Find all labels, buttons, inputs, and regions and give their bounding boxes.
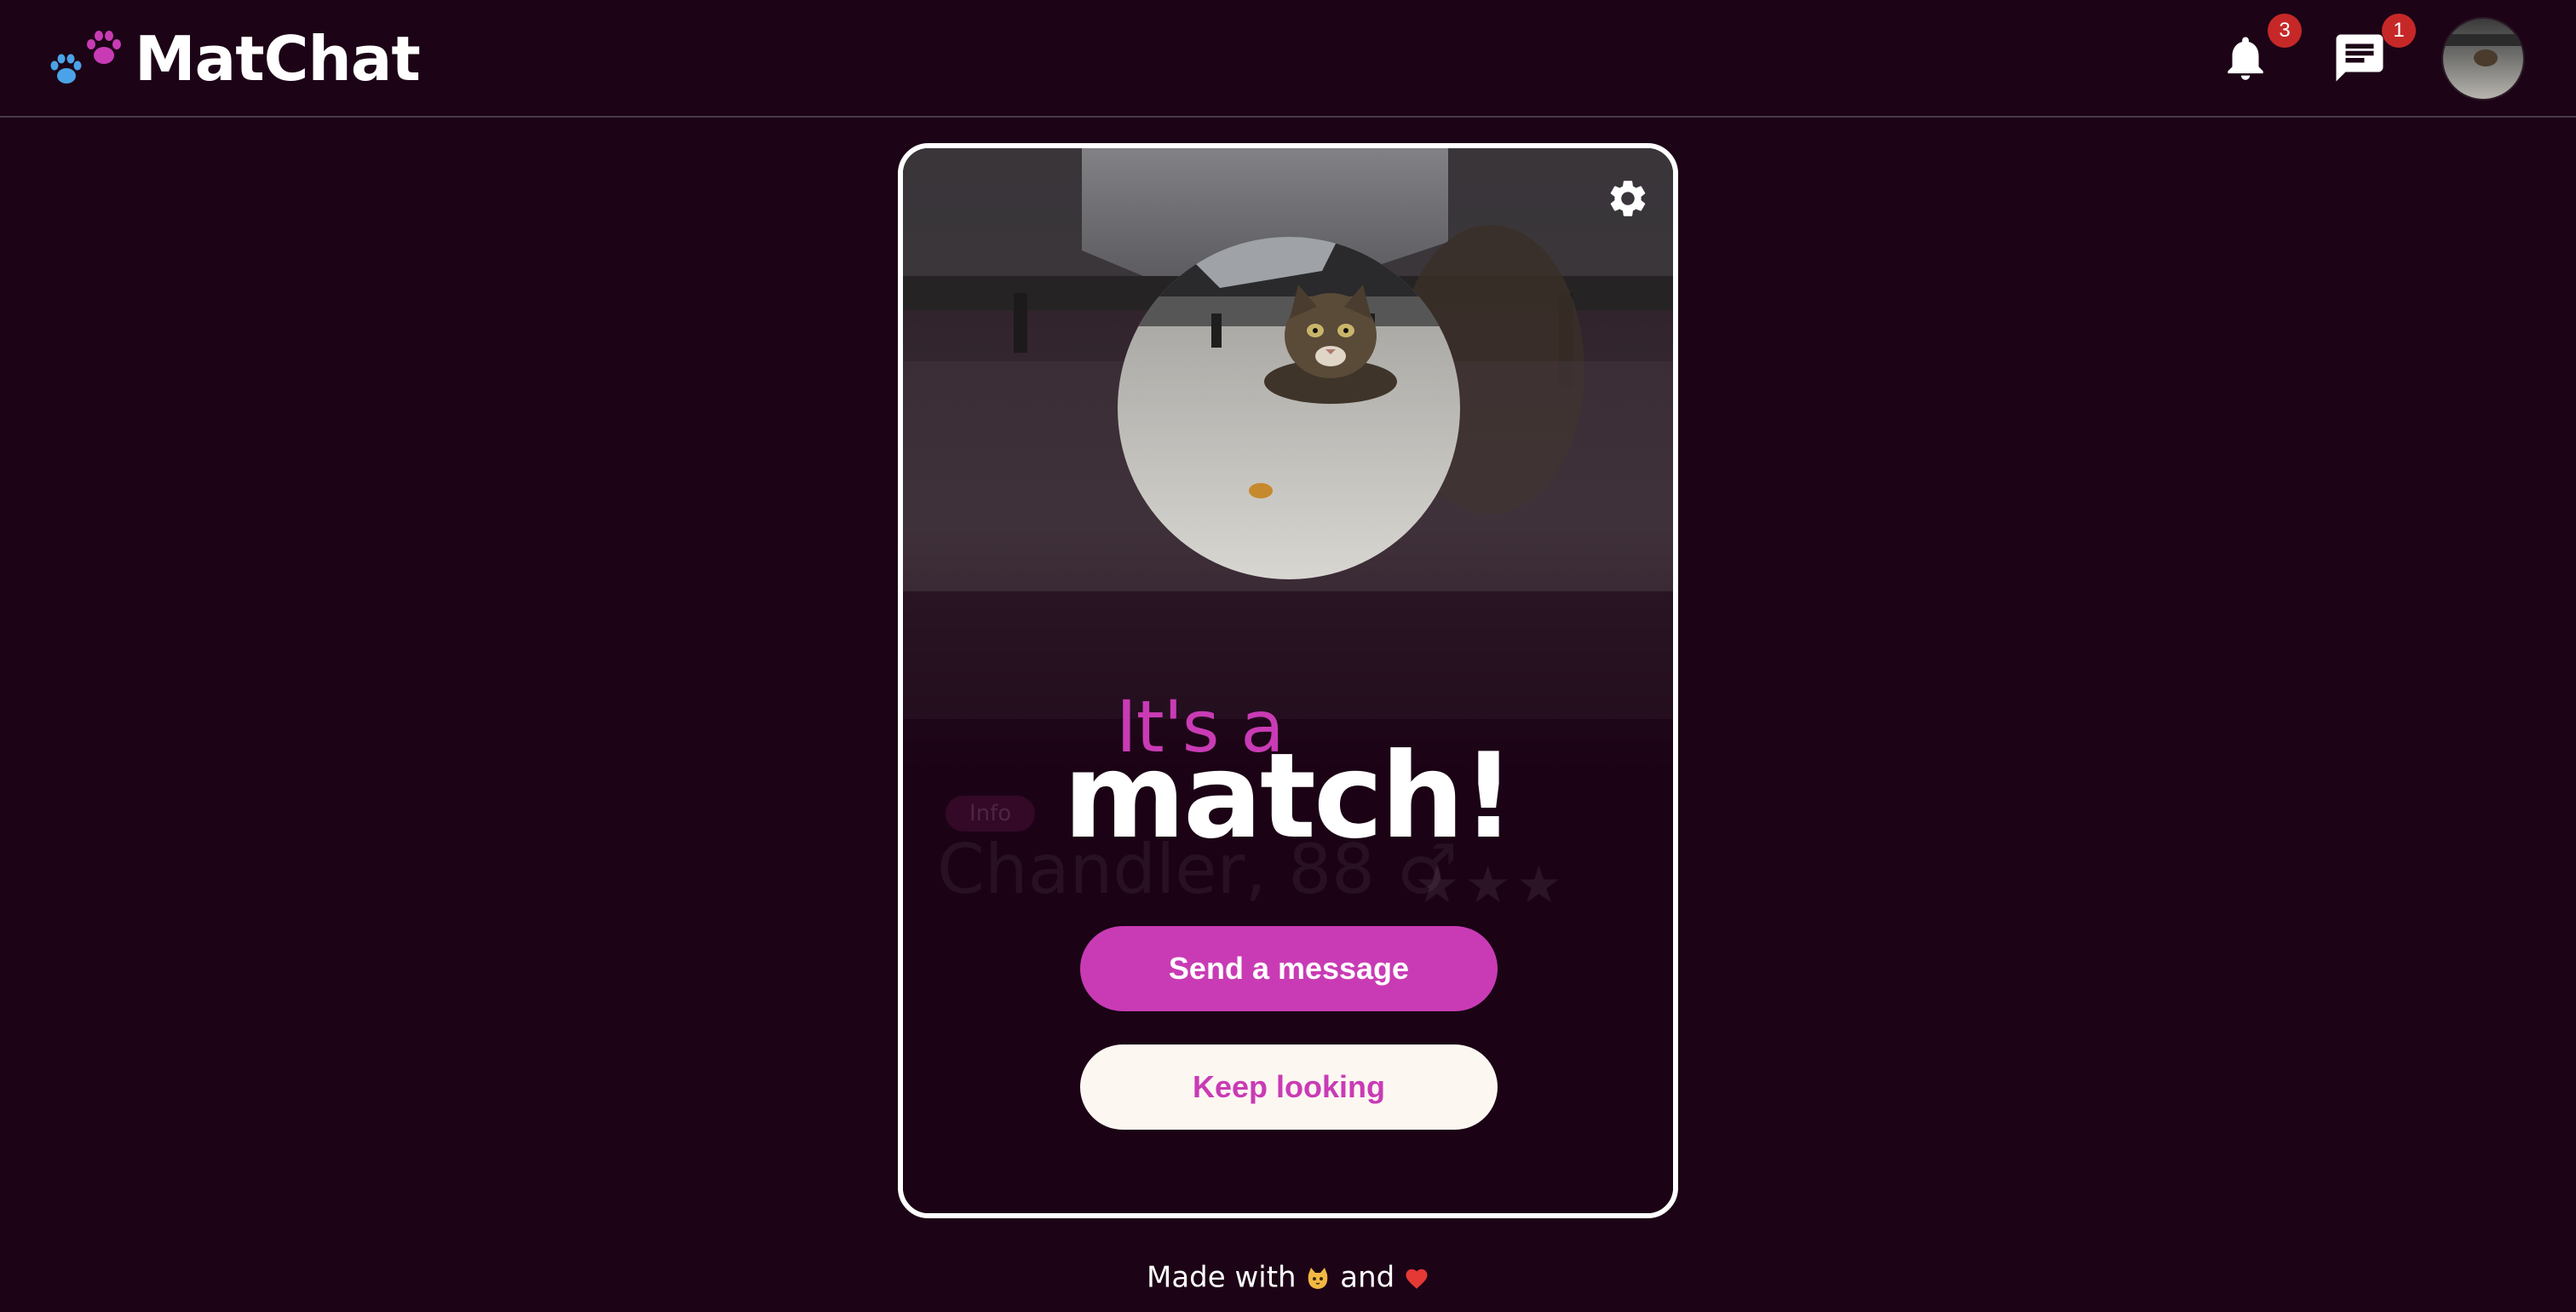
match-profile-photo	[1118, 237, 1460, 579]
paw-prints-icon	[48, 25, 126, 93]
keep-looking-button[interactable]: Keep looking	[1080, 1044, 1498, 1130]
settings-button[interactable]	[1601, 174, 1654, 227]
chat-icon	[2332, 30, 2388, 89]
footer-text-and: and	[1340, 1260, 1395, 1295]
send-message-button[interactable]: Send a message	[1080, 926, 1498, 1011]
top-navigation-bar: MatChat 3 1	[0, 0, 2576, 118]
match-card: Info Chandler, 88 ♂ ★★★ It's a match! Se…	[898, 143, 1678, 1218]
bell-icon	[2219, 30, 2272, 89]
footer-text-made-with: Made with	[1146, 1260, 1297, 1295]
heart-icon	[1404, 1265, 1429, 1291]
message-count-badge: 1	[2382, 14, 2416, 48]
messages-button[interactable]: 1	[2326, 14, 2416, 94]
notifications-button[interactable]: 3	[2211, 14, 2302, 94]
user-avatar[interactable]	[2441, 17, 2525, 101]
page-footer: Made with and	[0, 1259, 2576, 1295]
gear-icon	[1606, 176, 1650, 224]
brand-logo[interactable]: MatChat	[48, 20, 421, 97]
brand-name: MatChat	[135, 23, 421, 95]
cat-face-icon	[1305, 1265, 1331, 1291]
notification-count-badge: 3	[2268, 14, 2302, 48]
match-headline: match!	[1063, 728, 1515, 865]
